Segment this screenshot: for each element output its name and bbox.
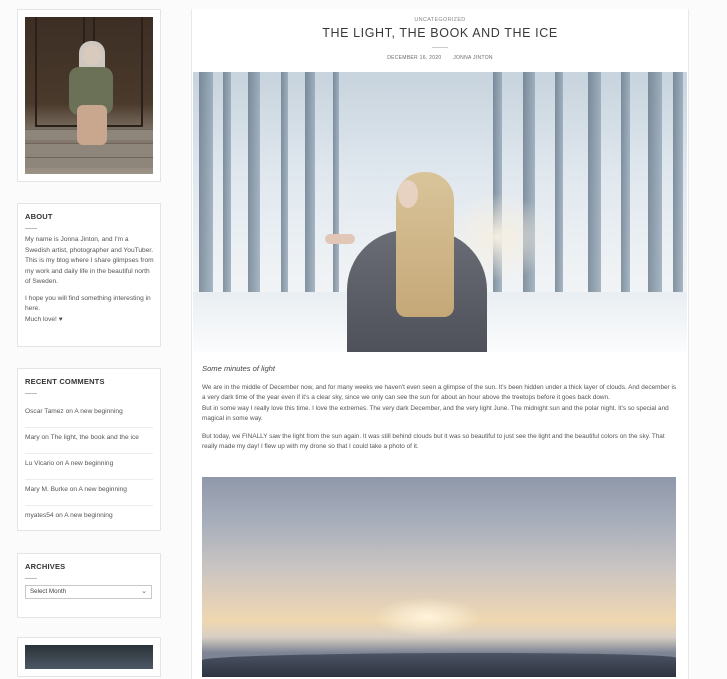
tree: [248, 72, 260, 302]
post-date[interactable]: DECEMBER 16, 2020: [387, 55, 441, 61]
title-divider: [432, 47, 448, 48]
tree: [648, 72, 662, 302]
post-paragraph: But today, we FINALLY saw the light from…: [202, 432, 665, 451]
post-meta: DECEMBER 16, 2020 JONNA JINTON: [192, 55, 688, 61]
tree: [621, 72, 630, 302]
about-signoff: Much love! ♥: [25, 315, 63, 323]
comment-post-link[interactable]: A new beginning: [74, 408, 122, 415]
about-title: ABOUT: [25, 212, 53, 229]
comment-on: on: [69, 486, 78, 493]
profile-photo-widget: [17, 9, 161, 182]
comment-author: Mary: [25, 434, 40, 441]
person-head: [83, 45, 101, 65]
image-caption: Some minutes of light: [202, 364, 276, 373]
woman-hand: [325, 234, 355, 244]
widget-image[interactable]: [25, 645, 153, 669]
hero-image: [193, 72, 687, 352]
woman-face: [398, 180, 418, 208]
comment-author: Lu Vicario: [25, 460, 55, 467]
tree: [305, 72, 315, 302]
about-widget: ABOUT My name is Jonna Jinton, and I'm a…: [17, 203, 161, 347]
comment-post-link[interactable]: A new beginning: [65, 460, 113, 467]
select-value: Select Month: [30, 588, 67, 595]
sun-glow: [372, 597, 482, 637]
person-legs: [77, 105, 107, 145]
comment-on: on: [55, 512, 63, 519]
comment-post-link[interactable]: The light, the book and the ice: [51, 434, 139, 441]
comment-on: on: [56, 460, 64, 467]
comment-author: myates54: [25, 512, 54, 519]
step: [25, 157, 153, 168]
hills: [202, 653, 676, 677]
image-widget: [17, 637, 161, 677]
comment-post-link[interactable]: A new beginning: [79, 486, 127, 493]
archive-month-select[interactable]: Select Month ⌄: [25, 585, 152, 599]
archives-title: ARCHIVES: [25, 562, 66, 579]
tree: [588, 72, 601, 302]
recent-comments-title: RECENT COMMENTS: [25, 377, 105, 394]
comment-author: Oscar Tamez: [25, 408, 64, 415]
tree: [199, 72, 213, 302]
chevron-down-icon: ⌄: [141, 588, 147, 595]
tree: [333, 72, 339, 302]
profile-photo[interactable]: [25, 17, 153, 174]
tree: [281, 72, 288, 302]
post-paragraph: We are in the middle of December now, an…: [202, 384, 677, 402]
comment-item: Mary on The light, the book and the ice: [25, 428, 153, 454]
comment-post-link[interactable]: A new beginning: [64, 512, 112, 519]
post-title[interactable]: THE LIGHT, THE BOOK AND THE ICE: [192, 26, 688, 40]
recent-comments-widget: RECENT COMMENTS Oscar Tamez on A new beg…: [17, 368, 161, 531]
comment-on: on: [41, 434, 49, 441]
post-body: We are in the middle of December now, an…: [202, 383, 678, 459]
archives-widget: ARCHIVES Select Month ⌄: [17, 553, 161, 618]
comment-item: Mary M. Burke on A new beginning: [25, 480, 153, 506]
about-paragraph: I hope you will find something interesti…: [25, 294, 151, 313]
about-paragraph: My name is Jonna Jinton, and I'm a Swedi…: [25, 236, 154, 285]
comment-item: Lu Vicario on A new beginning: [25, 454, 153, 480]
comment-on: on: [65, 408, 73, 415]
tree: [673, 72, 683, 302]
post-category[interactable]: UNCATEGORIZED: [192, 17, 688, 23]
sunset-photo: [202, 477, 676, 677]
tree: [223, 72, 231, 302]
article: UNCATEGORIZED THE LIGHT, THE BOOK AND TH…: [191, 9, 689, 679]
comment-author: Mary M. Burke: [25, 486, 68, 493]
tree: [555, 72, 563, 302]
about-text: My name is Jonna Jinton, and I'm a Swedi…: [25, 235, 154, 331]
comment-item: myates54 on A new beginning: [25, 506, 153, 531]
post-author[interactable]: JONNA JINTON: [453, 55, 493, 61]
post-paragraph: But in some way I really love this time.…: [202, 404, 669, 423]
comment-list: Oscar Tamez on A new beginning Mary on T…: [25, 402, 153, 531]
comment-item: Oscar Tamez on A new beginning: [25, 402, 153, 428]
